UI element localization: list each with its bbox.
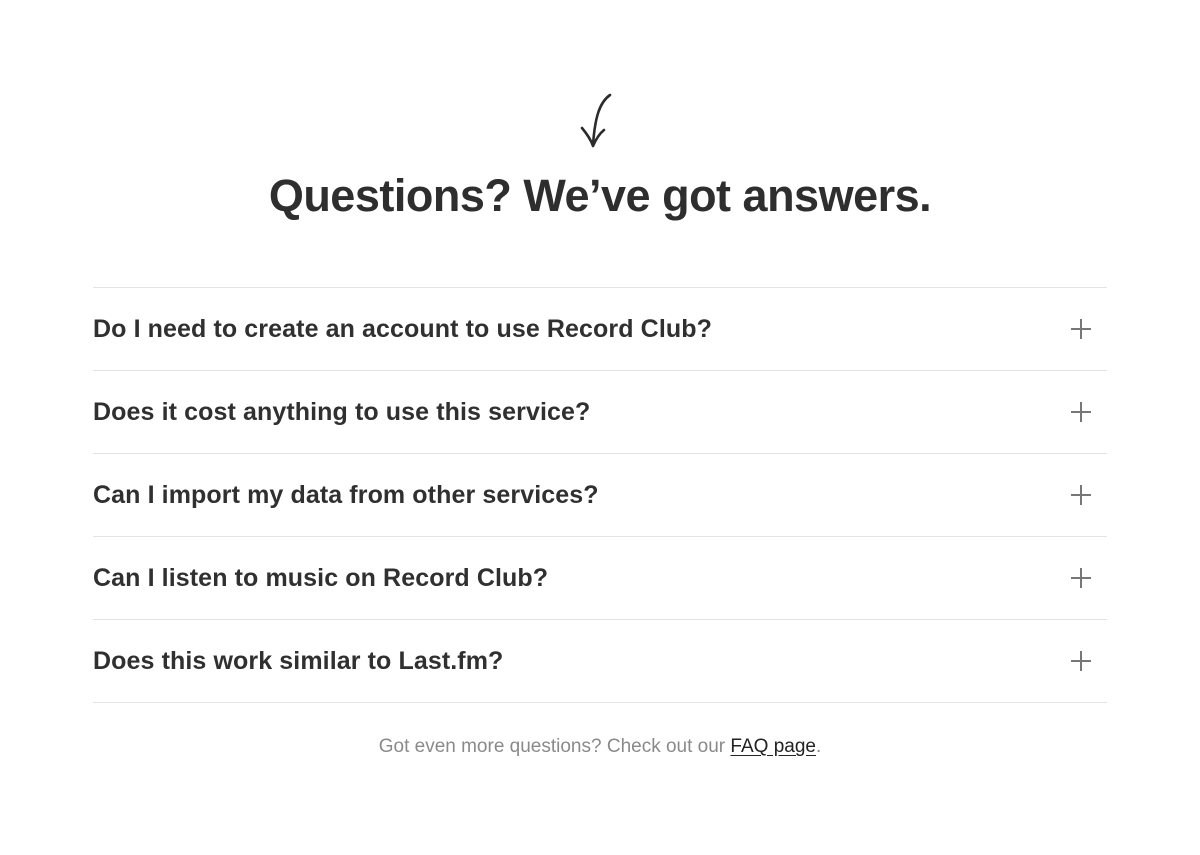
faq-list: Do I need to create an account to use Re…: [93, 287, 1107, 703]
hand-drawn-arrow-down-icon: [580, 93, 612, 148]
faq-question: Does this work similar to Last.fm?: [93, 646, 504, 675]
faq-item-account[interactable]: Do I need to create an account to use Re…: [93, 288, 1107, 371]
faq-question: Does it cost anything to use this servic…: [93, 397, 591, 426]
plus-icon[interactable]: [1070, 401, 1092, 423]
faq-item-cost[interactable]: Does it cost anything to use this servic…: [93, 371, 1107, 454]
plus-icon[interactable]: [1070, 484, 1092, 506]
plus-icon[interactable]: [1070, 650, 1092, 672]
faq-question: Can I import my data from other services…: [93, 480, 599, 509]
faq-item-listen[interactable]: Can I listen to music on Record Club?: [93, 537, 1107, 620]
page-title: Questions? We’ve got answers.: [268, 170, 932, 221]
faq-page-link[interactable]: FAQ page: [730, 736, 816, 757]
faq-question: Do I need to create an account to use Re…: [93, 314, 712, 343]
footer-note-suffix: .: [815, 736, 822, 757]
faq-item-import[interactable]: Can I import my data from other services…: [93, 454, 1107, 537]
footer-note-prefix: Got even more questions? Check out our: [378, 736, 731, 757]
faq-question: Can I listen to music on Record Club?: [93, 563, 549, 592]
plus-icon[interactable]: [1070, 567, 1092, 589]
footer-note: Got even more questions? Check out our F…: [0, 736, 1200, 758]
faq-item-lastfm[interactable]: Does this work similar to Last.fm?: [93, 620, 1107, 703]
plus-icon[interactable]: [1070, 318, 1092, 340]
